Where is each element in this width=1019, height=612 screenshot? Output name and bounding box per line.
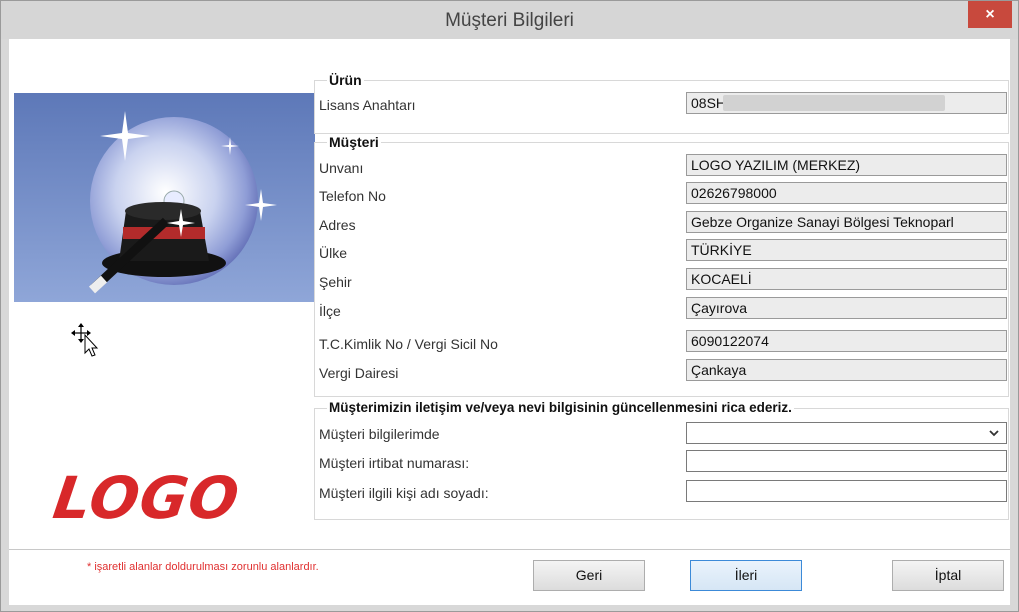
move-cursor-icon <box>71 323 101 360</box>
customer-info-select-label: Müşteri bilgilerimde <box>319 426 440 442</box>
back-button[interactable]: Geri <box>533 560 645 591</box>
customer-group-title: Müşteri <box>327 134 381 150</box>
footer-separator <box>9 549 1010 550</box>
magic-hat-cd-icon <box>14 93 315 302</box>
contact-number-label: Müşteri irtibat numarası: <box>319 455 470 471</box>
address-field: Gebze Organize Sanayi Bölgesi Teknoparl <box>686 211 1007 233</box>
city-field: KOCAELİ <box>686 268 1007 290</box>
contact-person-input[interactable] <box>686 480 1007 502</box>
unvan-label: Unvanı <box>319 160 364 176</box>
tax-office-label: Vergi Dairesi <box>319 365 399 381</box>
city-label: Şehir <box>319 274 352 290</box>
close-icon[interactable]: × <box>968 1 1012 28</box>
chevron-down-icon[interactable] <box>988 423 1000 443</box>
tax-id-label: T.C.Kimlik No / Vergi Sicil No <box>319 336 498 352</box>
district-label: İlçe <box>319 303 341 319</box>
license-redaction <box>723 95 945 111</box>
title-bar[interactable]: Müşteri Bilgileri × <box>1 1 1018 39</box>
cancel-button[interactable]: İptal <box>892 560 1004 591</box>
contact-number-input[interactable] <box>686 450 1007 472</box>
contact-person-label: Müşteri ilgili kişi adı soyadı: <box>319 485 489 501</box>
update-request-title: Müşterimizin iletişim ve/veya nevi bilgi… <box>327 400 794 415</box>
tax-office-field: Çankaya <box>686 359 1007 381</box>
dialog-window: Müşteri Bilgileri × LOGO Ürün Lisans Ana… <box>0 0 1019 612</box>
customer-info-select[interactable] <box>686 422 1007 444</box>
country-label: Ülke <box>319 245 348 261</box>
unvan-field: LOGO YAZILIM (MERKEZ) <box>686 154 1007 176</box>
next-button[interactable]: İleri <box>690 560 802 591</box>
product-group-title: Ürün <box>327 72 364 88</box>
phone-label: Telefon No <box>319 188 386 204</box>
license-field: 08SH; <box>686 92 1007 114</box>
country-field: TÜRKİYE <box>686 239 1007 261</box>
phone-field: 02626798000 <box>686 182 1007 204</box>
license-label: Lisans Anahtarı <box>319 97 416 113</box>
address-label: Adres <box>319 217 356 233</box>
district-field: Çayırova <box>686 297 1007 319</box>
tax-id-field: 6090122074 <box>686 330 1007 352</box>
window-title: Müşteri Bilgileri <box>445 10 574 31</box>
logo-wordmark: LOGO <box>49 464 244 532</box>
required-fields-note: * işaretli alanlar doldurulması zorunlu … <box>87 561 319 573</box>
dialog-client-area: LOGO Ürün Lisans Anahtarı 08SH; Müşteri … <box>9 39 1010 605</box>
